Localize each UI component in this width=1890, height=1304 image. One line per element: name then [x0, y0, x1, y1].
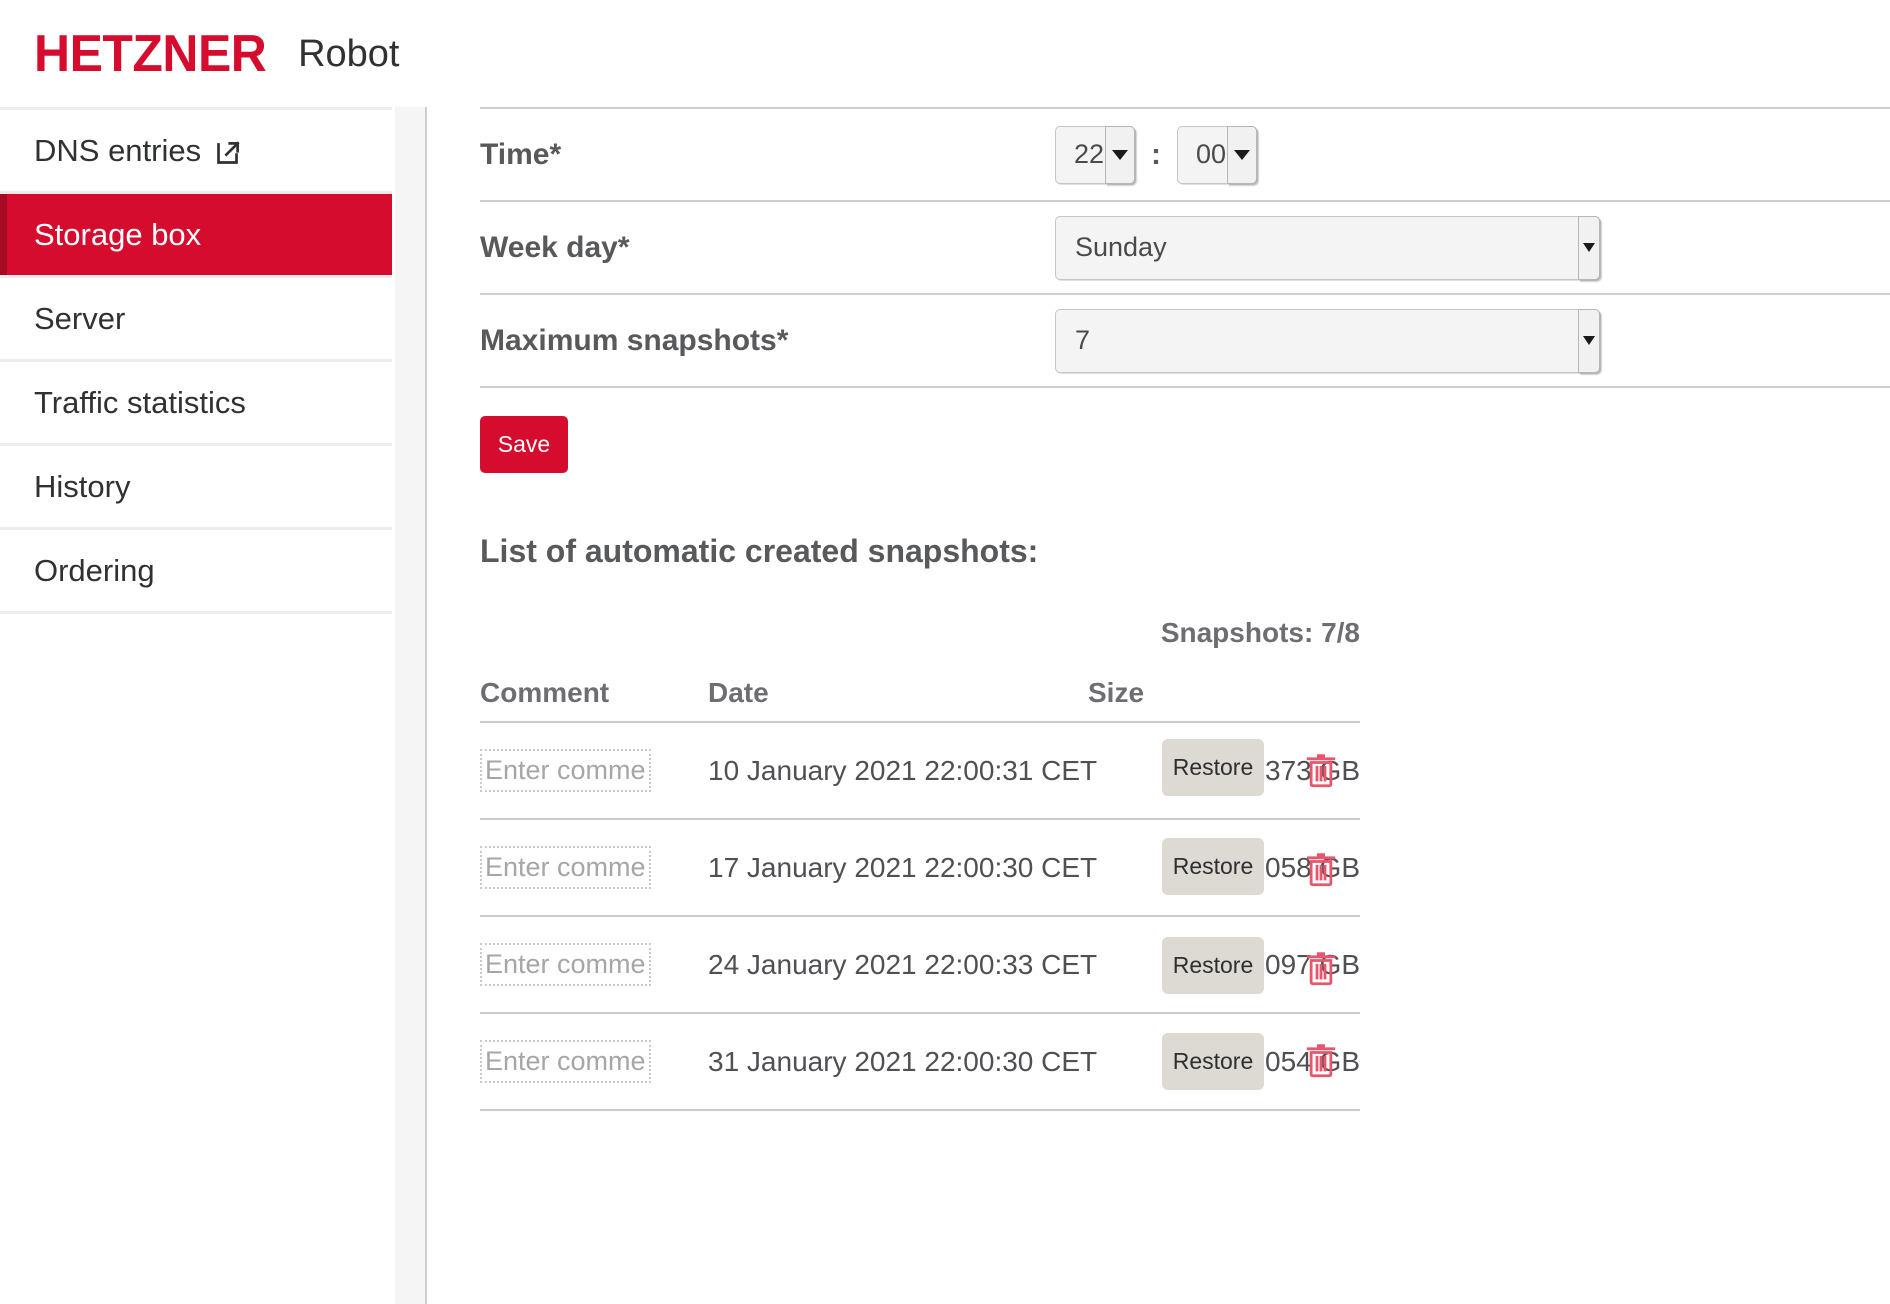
snapshots-table: Comment Date Size 10 January 2021 22:00:…	[480, 665, 1360, 1111]
restore-button[interactable]: Restore	[1162, 838, 1264, 895]
max-snapshots-label: Maximum snapshots*	[480, 324, 1055, 358]
table-header-row: Comment Date Size	[480, 665, 1360, 721]
sidebar-item-label: History	[34, 469, 130, 505]
sidebar-item-traffic-statistics[interactable]: Traffic statistics	[0, 362, 395, 446]
comment-cell	[480, 1040, 708, 1083]
delete-snapshot-button[interactable]	[1303, 750, 1339, 792]
trash-icon	[1305, 1041, 1337, 1082]
sidebar-item-label: Storage box	[34, 217, 201, 253]
sidebar-item-dns-entries[interactable]: DNS entries	[0, 110, 395, 194]
save-row: Save	[480, 386, 1890, 473]
main-content-panel: Time* 22 : 00 Week day*	[425, 107, 1890, 1304]
sidebar-item-label: Server	[34, 301, 125, 337]
hetzner-logo: HETZNER	[34, 28, 266, 80]
max-snapshots-value: 7	[1075, 325, 1090, 356]
minute-value: 00	[1196, 139, 1226, 170]
trash-icon	[1305, 751, 1337, 792]
table-row: 24 January 2021 22:00:33 CET 0.097 GB Re…	[480, 915, 1360, 1012]
column-header-date: Date	[708, 677, 1088, 709]
time-separator: :	[1151, 138, 1161, 172]
comment-input[interactable]	[480, 846, 651, 889]
sidebar-item-history[interactable]: History	[0, 446, 395, 530]
form-row-time: Time* 22 : 00	[480, 107, 1890, 200]
date-cell: 31 January 2021 22:00:30 CET	[708, 1046, 1088, 1078]
table-row: 10 January 2021 22:00:31 CET 1.373 GB Re…	[480, 721, 1360, 818]
chevron-down-icon[interactable]	[1578, 309, 1600, 373]
time-label: Time*	[480, 138, 1055, 172]
sidebar-item-ordering[interactable]: Ordering	[0, 530, 395, 614]
minute-select[interactable]: 00	[1177, 126, 1257, 184]
sidebar-item-label: Ordering	[34, 553, 155, 589]
weekday-label: Week day*	[480, 231, 1055, 265]
trash-icon	[1305, 850, 1337, 891]
max-snapshots-control-group: 7	[1055, 309, 1600, 373]
hour-value: 22	[1074, 139, 1104, 170]
delete-snapshot-button[interactable]	[1303, 948, 1339, 990]
chevron-down-icon[interactable]	[1227, 126, 1257, 184]
weekday-value: Sunday	[1075, 232, 1167, 263]
date-cell: 10 January 2021 22:00:31 CET	[708, 755, 1088, 787]
comment-cell	[480, 846, 708, 889]
comment-input[interactable]	[480, 1040, 651, 1083]
restore-button[interactable]: Restore	[1162, 739, 1264, 796]
product-name: Robot	[298, 35, 399, 73]
save-button[interactable]: Save	[480, 416, 568, 473]
table-row: 17 January 2021 22:00:30 CET 0.058 GB Re…	[480, 818, 1360, 915]
external-link-icon	[214, 139, 241, 166]
trash-icon	[1305, 949, 1337, 990]
date-cell: 24 January 2021 22:00:33 CET	[708, 949, 1088, 981]
weekday-select[interactable]: Sunday	[1055, 216, 1600, 280]
sidebar-navigation: DNS entries Storage box Server Traffic s…	[0, 107, 395, 1304]
form-row-weekday: Week day* Sunday	[480, 200, 1890, 293]
chevron-down-icon[interactable]	[1578, 216, 1600, 280]
restore-button[interactable]: Restore	[1162, 1033, 1264, 1090]
hour-select[interactable]: 22	[1055, 126, 1135, 184]
max-snapshots-select[interactable]: 7	[1055, 309, 1600, 373]
app-header: HETZNER Robot	[0, 0, 1890, 107]
comment-input[interactable]	[480, 749, 651, 792]
date-cell: 17 January 2021 22:00:30 CET	[708, 852, 1088, 884]
delete-snapshot-button[interactable]	[1303, 849, 1339, 891]
sidebar-item-server[interactable]: Server	[0, 278, 395, 362]
weekday-control-group: Sunday	[1055, 216, 1600, 280]
table-row: 31 January 2021 22:00:30 CET 0.054 GB Re…	[480, 1012, 1360, 1109]
sidebar-right-edge	[392, 107, 395, 1304]
column-header-size: Size	[1088, 677, 1360, 709]
time-control-group: 22 : 00	[1055, 126, 1257, 184]
sidebar-item-storage-box[interactable]: Storage box	[0, 194, 395, 278]
sidebar-item-label: Traffic statistics	[34, 385, 246, 421]
table-bottom-rule	[480, 1109, 1360, 1111]
column-header-comment: Comment	[480, 677, 708, 709]
delete-snapshot-button[interactable]	[1303, 1041, 1339, 1083]
sidebar-item-label: DNS entries	[34, 133, 201, 169]
chevron-down-icon[interactable]	[1105, 126, 1135, 184]
comment-cell	[480, 943, 708, 986]
snapshot-count-badge: Snapshots: 7/8	[480, 617, 1360, 649]
form-row-max-snapshots: Maximum snapshots* 7	[480, 293, 1890, 386]
comment-cell	[480, 749, 708, 792]
restore-button[interactable]: Restore	[1162, 937, 1264, 994]
snapshot-list-heading: List of automatic created snapshots:	[480, 533, 1890, 570]
comment-input[interactable]	[480, 943, 651, 986]
